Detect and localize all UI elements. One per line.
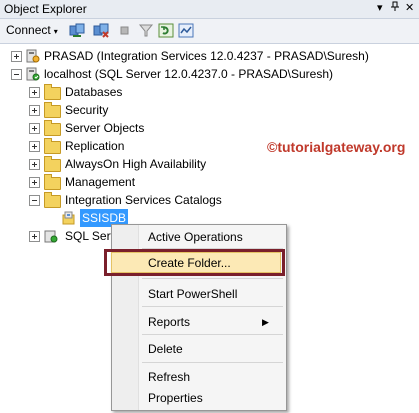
ssis-catalog-icon [62,211,75,225]
menu-item-delete[interactable]: Delete [148,342,183,356]
expand-plus-icon[interactable] [29,177,40,188]
folder-icon [44,138,61,154]
menu-item-properties[interactable]: Properties [148,391,203,405]
tree-node-alwayson[interactable]: AlwaysOn High Availability [0,155,419,173]
tree-node-management[interactable]: Management [0,173,419,191]
tree-node-prasad[interactable]: PRASAD (Integration Services 12.0.4237 -… [0,47,419,65]
collapse-minus-icon[interactable] [29,195,40,206]
tree-node-label: Security [65,103,109,117]
menu-item-reports[interactable]: Reports [148,315,190,329]
close-icon[interactable]: ✕ [405,1,414,14]
menu-separator [142,278,283,279]
connect-label: Connect [6,23,51,37]
menu-separator [142,334,283,335]
expand-plus-icon[interactable] [29,159,40,170]
menu-separator [142,306,283,307]
highlight-annotation-box [104,249,285,276]
pin-dropdown-icon[interactable]: ▾ [377,1,383,14]
sql-agent-icon [44,229,58,243]
connect-button[interactable]: Connect ▾ [6,23,58,37]
connect-server-icon[interactable] [69,23,85,38]
chevron-down-icon: ▾ [53,27,58,36]
expand-plus-icon[interactable] [11,51,22,62]
refresh-icon[interactable] [158,23,174,38]
tree-node-label: Databases [65,85,123,99]
folder-icon [44,192,61,208]
tree-node-label: Management [65,175,136,189]
expand-plus-icon[interactable] [29,87,40,98]
menu-separator [142,362,283,363]
stop-icon[interactable] [117,23,133,38]
menu-item-start-powershell[interactable]: Start PowerShell [148,287,237,301]
tree-node-databases[interactable]: Databases [0,83,419,101]
sql-server-icon [26,67,40,81]
tree-node-security[interactable]: Security [0,101,419,119]
pin-icon[interactable] [390,1,400,15]
integration-services-server-icon [26,49,40,63]
folder-icon [44,102,61,118]
expand-plus-icon[interactable] [29,141,40,152]
expand-plus-icon[interactable] [29,105,40,116]
expand-plus-icon[interactable] [29,123,40,134]
object-explorer-toolbar: Connect ▾ [0,19,419,44]
tree-node-label: Replication [65,139,125,153]
filter-icon[interactable] [138,23,154,38]
object-explorer-titlebar: Object Explorer ▾ ✕ [0,0,419,19]
tree-node-is-catalogs[interactable]: Integration Services Catalogs [0,191,419,209]
folder-icon [44,174,61,190]
tree-node-server-objects[interactable]: Server Objects [0,119,419,137]
tree-node-label: Server Objects [65,121,145,135]
tree-node-label: Integration Services Catalogs [65,193,222,207]
folder-icon [44,156,61,172]
watermark: ©tutorialgateway.org [267,139,406,155]
menu-item-refresh[interactable]: Refresh [148,370,190,384]
folder-icon [44,84,61,100]
submenu-arrow-icon: ▶ [262,317,269,327]
tree-node-localhost[interactable]: localhost (SQL Server 12.0.4237.0 - PRAS… [0,65,419,83]
collapse-minus-icon[interactable] [11,69,22,80]
expand-plus-icon[interactable] [29,231,40,242]
activity-monitor-icon[interactable] [178,23,194,38]
window-title: Object Explorer [4,2,87,16]
tree-node-label: PRASAD (Integration Services 12.0.4237 -… [44,49,369,63]
disconnect-icon[interactable] [93,23,109,38]
tree-node-label: SQL Serv [65,229,117,243]
folder-icon [44,120,61,136]
tree-node-label: AlwaysOn High Availability [65,157,207,171]
menu-item-active-operations[interactable]: Active Operations [148,230,243,244]
tree-node-label: localhost (SQL Server 12.0.4237.0 - PRAS… [44,67,334,81]
